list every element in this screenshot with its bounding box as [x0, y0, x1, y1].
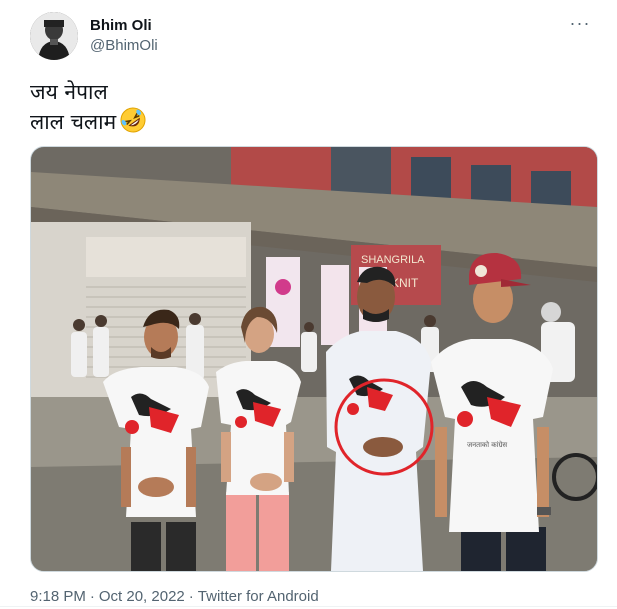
avatar[interactable]: [30, 12, 78, 60]
more-options-icon[interactable]: ···: [566, 14, 594, 36]
tweet-date[interactable]: Oct 20, 2022: [99, 588, 185, 605]
user-handle[interactable]: @BhimOli: [90, 36, 158, 56]
tweet-source[interactable]: Twitter for Android: [198, 588, 319, 605]
tweet-text: जय नेपाल लाल चलाम: [30, 78, 590, 141]
separator-dot: ·: [188, 588, 194, 605]
tweet-meta: 9:18 PM · Oct 20, 2022 · Twitter for Android: [30, 587, 319, 607]
display-name[interactable]: Bhim Oli: [90, 16, 158, 36]
divider: [0, 606, 617, 607]
rolling-on-floor-laughing-icon: [120, 107, 146, 141]
shop-sign-text: SHANGRILA: [361, 254, 425, 266]
tweet-header: Bhim Oli @BhimOli ···: [30, 12, 600, 62]
tweet-time[interactable]: 9:18 PM: [30, 588, 86, 605]
user-names: Bhim Oli @BhimOli: [90, 16, 158, 56]
separator-dot: ·: [89, 588, 95, 605]
tweet-line-2: लाल चलाम: [30, 107, 590, 141]
shirt-caption: जनताको कांग्रेस: [467, 440, 507, 449]
tweet-line-1: जय नेपाल: [30, 80, 108, 104]
tweet-photo[interactable]: SHANGRILA KNIT जनताको कांग्रेस: [30, 146, 598, 572]
